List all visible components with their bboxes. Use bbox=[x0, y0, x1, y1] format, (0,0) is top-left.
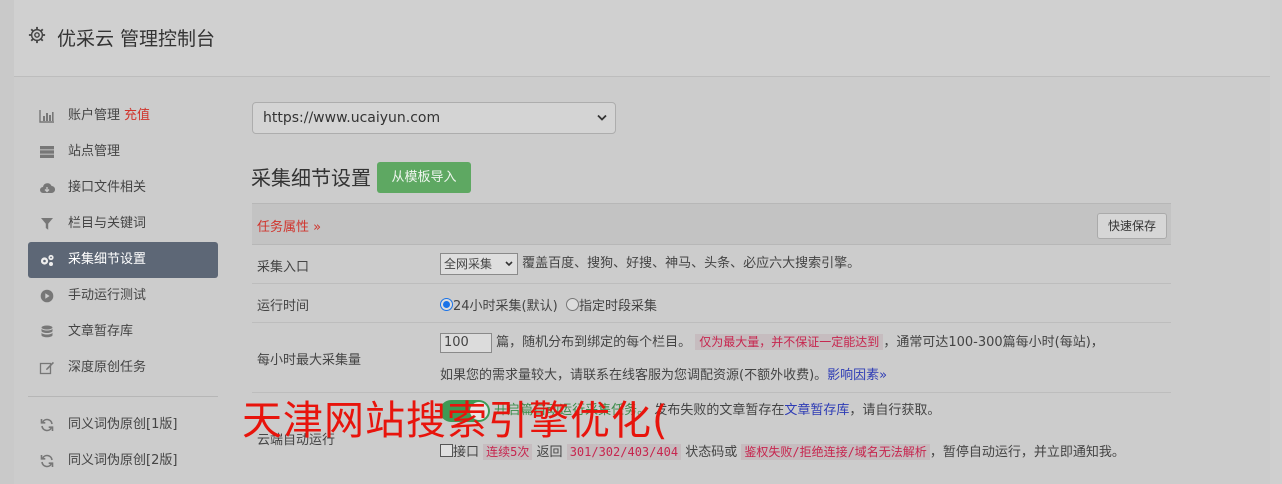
max-warning: 仅为最大量，并不保证一定能达到 bbox=[695, 334, 884, 350]
sidebar-item-label: 手动运行测试 bbox=[68, 288, 147, 303]
import-template-button[interactable]: 从模板导入 bbox=[377, 162, 471, 193]
sidebar-item-deep-original[interactable]: 深度原创任务 bbox=[28, 350, 218, 386]
sidebar-item-columns[interactable]: 栏目与关键词 bbox=[28, 206, 218, 242]
collect-entry-value: 全网采集 bbox=[444, 256, 493, 271]
bar-chart-icon bbox=[39, 110, 54, 123]
sidebar-item-label: 同义词伪原创[1版] bbox=[68, 417, 178, 432]
overlay-watermark-text: 天津网站搜索引擎优化( bbox=[242, 398, 669, 444]
sidebar-item-label: 同义词伪原创[2版] bbox=[68, 453, 178, 468]
refresh-icon bbox=[40, 418, 54, 432]
row-content: 24小时采集(默认) 指定时段采集 bbox=[440, 295, 657, 314]
cloud-download-icon bbox=[40, 183, 55, 194]
section-title: 采集细节设置 bbox=[251, 166, 371, 190]
cloud-text-d: ，请自行获取。 bbox=[849, 403, 941, 418]
sidebar-item-label: 采集细节设置 bbox=[68, 252, 147, 267]
radio-scheduled[interactable] bbox=[565, 298, 579, 311]
sidebar-item-label: 站点管理 bbox=[68, 144, 121, 159]
row-label: 每小时最大采集量 bbox=[257, 353, 362, 368]
cloud-l2-b: 返回 bbox=[536, 445, 563, 460]
recharge-link[interactable]: 充值 bbox=[124, 108, 150, 123]
cloud-l2-d: ，暂停自动运行，并立即通知我。 bbox=[929, 445, 1125, 460]
row-content-line2: 如果您的需求量较大，请联系在线客服为您调配资源(不额外收费)。影响因素» bbox=[440, 364, 887, 383]
collect-entry-select[interactable]: 全网采集 bbox=[440, 252, 518, 275]
page-title: 优采云 管理控制台 bbox=[57, 28, 216, 50]
sidebar-item-synonym-v1[interactable]: 同义词伪原创[1版] bbox=[28, 407, 218, 443]
sidebar-item-manual-test[interactable]: 手动运行测试 bbox=[28, 278, 218, 314]
edit-icon bbox=[39, 361, 54, 375]
refresh-icon bbox=[40, 454, 54, 468]
max-text-2: ，通常可达100-300篇每小时(每站)， bbox=[883, 335, 1104, 350]
table-row: 采集入口 全网采集 覆盖百度、搜狗、好搜、神马、头条、必应六大搜索引擎。 bbox=[252, 245, 1171, 284]
radio-scheduled-label: 指定时段采集 bbox=[578, 299, 657, 314]
chevron-down-icon bbox=[505, 260, 513, 266]
max-text-1: 篇，随机分布到绑定的每个栏目。 bbox=[496, 335, 692, 350]
sidebar-item-interface[interactable]: 接口文件相关 bbox=[28, 170, 218, 206]
chevron-down-icon bbox=[597, 114, 607, 121]
cloud-text-c: 发布失败的文章暂存在 bbox=[654, 403, 785, 418]
row-label: 运行时间 bbox=[257, 299, 310, 314]
row-content: 全网采集 覆盖百度、搜狗、好搜、神马、头条、必应六大搜索引擎。 bbox=[440, 252, 860, 275]
database-icon bbox=[41, 325, 53, 338]
table-row: 每小时最大采集量 100 篇，随机分布到绑定的每个栏目。 仅为最大量，并不保证一… bbox=[252, 323, 1171, 393]
scrollbar[interactable] bbox=[1270, 0, 1282, 484]
radio-24h[interactable] bbox=[440, 298, 453, 311]
play-circle-icon bbox=[40, 289, 54, 303]
sidebar-item-label: 文章暂存库 bbox=[68, 324, 134, 339]
filter-icon bbox=[41, 218, 53, 230]
sidebar-item-sites[interactable]: 站点管理 bbox=[28, 134, 218, 170]
article-store-link[interactable]: 文章暂存库 bbox=[784, 403, 849, 418]
site-select-value: https://www.ucaiyun.com bbox=[263, 110, 441, 126]
sidebar-item-article-store[interactable]: 文章暂存库 bbox=[28, 314, 218, 350]
cloud-l2-code2: 301/302/403/404 bbox=[566, 444, 682, 460]
site-select[interactable]: https://www.ucaiyun.com bbox=[252, 102, 616, 134]
collect-entry-desc: 覆盖百度、搜狗、好搜、神马、头条、必应六大搜索引擎。 bbox=[522, 256, 861, 271]
sidebar-item-label: 深度原创任务 bbox=[68, 360, 147, 375]
sidebar-item-synonym-v2[interactable]: 同义词伪原创[2版] bbox=[28, 443, 218, 479]
max-line-2: 如果您的需求量较大，请联系在线客服为您调配资源(不额外收费)。 bbox=[440, 368, 828, 383]
header-bar: 优采云 管理控制台 bbox=[14, 0, 1270, 77]
max-per-hour-input[interactable]: 100 bbox=[440, 332, 492, 353]
sidebar-item-account[interactable]: 账户管理 充值 bbox=[28, 98, 218, 134]
row-label: 采集入口 bbox=[257, 260, 310, 275]
sidebar-item-label: 接口文件相关 bbox=[68, 180, 147, 195]
gears-icon bbox=[40, 254, 54, 266]
sidebar-item-label: 栏目与关键词 bbox=[68, 216, 147, 231]
server-icon bbox=[40, 146, 54, 158]
cloud-l2-code3: 鉴权失败/拒绝连接/域名无法解析 bbox=[741, 444, 930, 460]
cloud-l2-code1: 连续5次 bbox=[483, 444, 533, 460]
task-attributes-toggle[interactable]: 任务属性 » bbox=[257, 216, 321, 235]
cloud-l2-c: 状态码或 bbox=[685, 445, 738, 460]
sidebar-item-collect-settings[interactable]: 采集细节设置 bbox=[28, 242, 218, 278]
sidebar: 账户管理 充值 站点管理 接口文件相关 栏目与关键词 采集细节设置 手动运行测试 … bbox=[28, 98, 218, 479]
sidebar-divider bbox=[28, 396, 218, 397]
table-header: 任务属性 » 快速保存 bbox=[252, 203, 1171, 245]
influence-factors-link[interactable]: 影响因素» bbox=[827, 368, 887, 383]
table-row: 运行时间 24小时采集(默认) 指定时段采集 bbox=[252, 284, 1171, 323]
quick-save-button[interactable]: 快速保存 bbox=[1097, 213, 1167, 239]
cloud-l2-a: 接口 bbox=[453, 445, 480, 460]
sidebar-item-label: 账户管理 bbox=[68, 108, 121, 123]
row-content: 100 篇，随机分布到绑定的每个栏目。 仅为最大量，并不保证一定能达到 ，通常可达… bbox=[440, 331, 1104, 353]
radio-24h-label: 24小时采集(默认) bbox=[453, 299, 558, 314]
gear-icon bbox=[28, 26, 46, 44]
